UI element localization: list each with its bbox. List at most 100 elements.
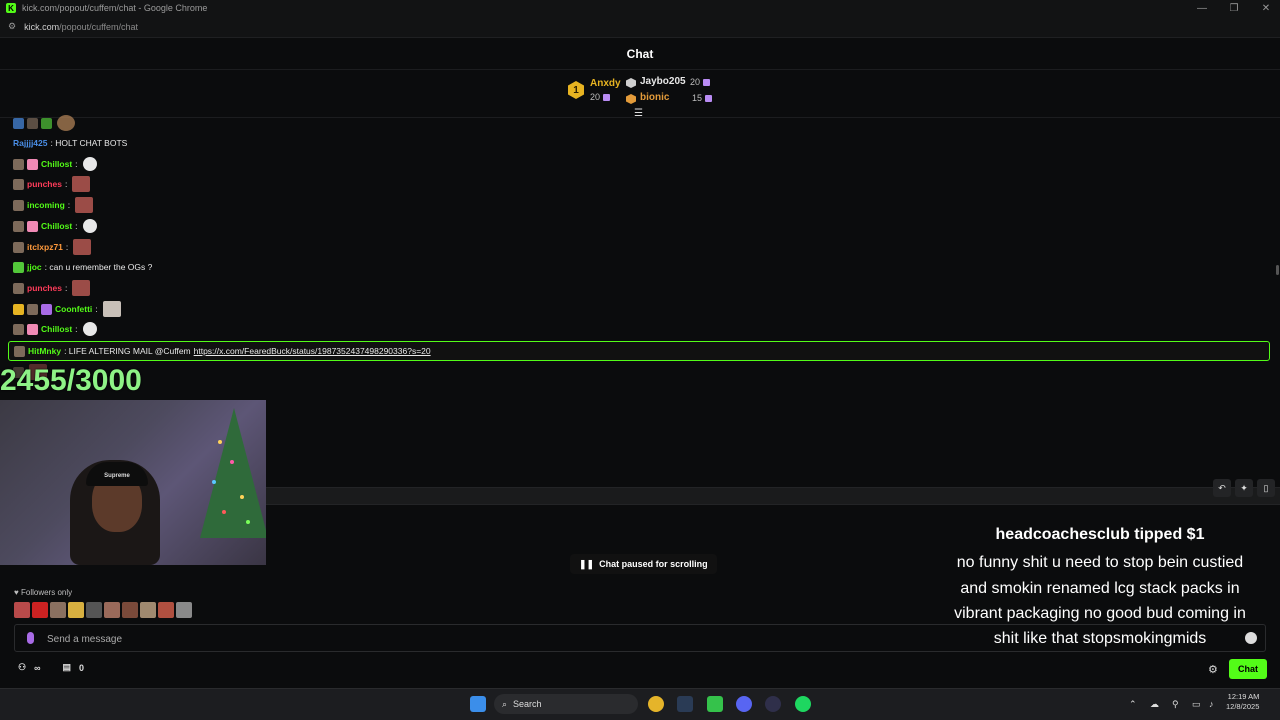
list-item: HitMnky: LIFE ALTERING MAIL @Cuffem http… bbox=[14, 342, 431, 360]
list-item: Chillost: bbox=[13, 155, 97, 173]
chat-username[interactable]: Coonfetti bbox=[55, 304, 92, 314]
emote-icon[interactable] bbox=[176, 602, 192, 618]
cloud-icon[interactable]: ☁ bbox=[1150, 699, 1159, 710]
clock[interactable]: 12:19 AM 12/8/2025 bbox=[1226, 692, 1259, 712]
chat-text: : bbox=[75, 324, 78, 334]
chat-username[interactable]: Rajjjj425 bbox=[13, 138, 48, 148]
undo-icon[interactable]: ↶ bbox=[1213, 479, 1231, 497]
leader-1-name[interactable]: Anxdy bbox=[590, 78, 621, 89]
badge-icon bbox=[13, 220, 24, 232]
kick-logo-icon: K bbox=[6, 3, 16, 13]
badge-icon bbox=[14, 345, 25, 357]
chat-username[interactable]: punches bbox=[27, 179, 62, 189]
emote-icon[interactable] bbox=[14, 602, 30, 618]
list-item: punches: bbox=[13, 175, 91, 193]
chat-text: : bbox=[75, 159, 78, 169]
gear-icon[interactable]: ⚙ bbox=[1208, 663, 1218, 676]
windows-start-icon[interactable] bbox=[470, 696, 486, 712]
points-count: 0 bbox=[79, 662, 85, 673]
microphone-icon[interactable] bbox=[27, 632, 34, 644]
taskbar-search[interactable]: ⌕ Search bbox=[494, 694, 638, 714]
trash-icon[interactable]: ▯ bbox=[1257, 479, 1275, 497]
message-input[interactable] bbox=[47, 631, 927, 647]
chat-paused-button[interactable]: ❚❚ Chat paused for scrolling bbox=[570, 554, 717, 574]
app-icon[interactable] bbox=[707, 696, 723, 712]
face-emote-icon bbox=[72, 176, 91, 192]
list-item: Chillost: bbox=[13, 320, 97, 338]
list-item: Chillost: bbox=[13, 217, 97, 235]
scrollbar[interactable] bbox=[1276, 265, 1279, 275]
gift-icon bbox=[703, 78, 711, 86]
emote-icon[interactable] bbox=[158, 602, 174, 618]
list-item: itclxpz71: bbox=[13, 238, 92, 256]
chat-username[interactable]: punches bbox=[27, 283, 62, 293]
send-chat-button[interactable]: Chat bbox=[1229, 659, 1267, 679]
chat-username[interactable]: Chillost bbox=[41, 159, 72, 169]
chat-text: : bbox=[65, 242, 69, 252]
list-item: punches: bbox=[13, 279, 91, 297]
site-settings-icon[interactable]: ⚙ bbox=[8, 21, 16, 32]
gift-icon bbox=[603, 93, 611, 101]
tip-alert-title: headcoachesclub tipped $1 bbox=[995, 526, 1205, 543]
chat-username[interactable]: incoming bbox=[27, 200, 65, 210]
display-icon[interactable]: ▭ bbox=[1192, 699, 1201, 710]
list-item: Coonfetti: bbox=[13, 300, 121, 318]
chat-username[interactable]: itclxpz71 bbox=[27, 242, 63, 252]
webcam-overlay: Supreme bbox=[0, 400, 266, 565]
gift-icon bbox=[705, 94, 713, 102]
chat-username[interactable]: jjoc bbox=[27, 262, 42, 272]
chat-username[interactable]: Chillost bbox=[41, 324, 72, 334]
rank-1-badge-icon: 1 bbox=[568, 81, 584, 99]
pin-icon[interactable]: ✦ bbox=[1235, 479, 1253, 497]
leader-2-name[interactable]: Jaybo205 bbox=[640, 76, 686, 87]
chevron-up-icon[interactable]: ⌃ bbox=[1129, 699, 1137, 710]
tip-alert-line: no funny shit u need to stop bein custie… bbox=[956, 554, 1244, 571]
discord-icon[interactable] bbox=[736, 696, 752, 712]
christmas-tree-icon bbox=[200, 408, 266, 538]
leader-3-count: 15 bbox=[692, 93, 703, 103]
maximize-button[interactable]: ❐ bbox=[1218, 0, 1250, 16]
message-link[interactable]: https://x.com/FearedBuck/status/19873524… bbox=[194, 346, 431, 356]
list-item: Rajjjj425: HOLT CHAT BOTS bbox=[13, 134, 127, 152]
list-item: incoming: bbox=[13, 196, 94, 214]
face-emote-icon bbox=[72, 280, 91, 296]
emote-icon[interactable] bbox=[86, 602, 102, 618]
chat-text: : bbox=[67, 200, 71, 210]
skull-emote-icon bbox=[82, 157, 97, 171]
followers-only-notice: ♥ Followers only bbox=[14, 588, 73, 597]
infinity-icon: ∞ bbox=[34, 662, 41, 673]
store-icon[interactable]: ▤ bbox=[63, 662, 72, 673]
taskbar bbox=[0, 688, 1280, 720]
emote-icon[interactable] bbox=[140, 602, 156, 618]
rank-3-badge-icon bbox=[626, 94, 636, 104]
emote-icon[interactable] bbox=[50, 602, 66, 618]
emote-icon[interactable] bbox=[104, 602, 120, 618]
badge-icon bbox=[13, 158, 24, 170]
emote-icon[interactable] bbox=[122, 602, 138, 618]
badge-icon bbox=[27, 303, 38, 315]
emote-icon[interactable] bbox=[32, 602, 48, 618]
minimize-button[interactable]: — bbox=[1186, 0, 1218, 16]
volume-icon[interactable]: ♪ bbox=[1209, 699, 1214, 709]
chat-username[interactable]: HitMnky bbox=[28, 346, 61, 356]
chat-username[interactable]: Chillost bbox=[41, 221, 72, 231]
obs-icon[interactable] bbox=[765, 696, 781, 712]
expand-leaderboard-icon[interactable]: ☰ bbox=[634, 109, 643, 119]
address-bar[interactable]: ⚙ kick.com/popout/cuffem/chat bbox=[0, 16, 1280, 38]
chat-text: : HOLT CHAT BOTS bbox=[50, 138, 128, 148]
chrome-icon[interactable] bbox=[648, 696, 664, 712]
users-icon[interactable]: ⚇ bbox=[18, 662, 26, 673]
leader-1-count: 20 bbox=[590, 92, 601, 102]
spotify-icon[interactable] bbox=[795, 696, 811, 712]
url-domain: kick.com bbox=[24, 21, 60, 32]
close-window-button[interactable]: ✕ bbox=[1250, 0, 1280, 16]
goal-counter: 2455/3000 bbox=[0, 364, 142, 397]
emote-icon[interactable] bbox=[68, 602, 84, 618]
recent-emotes bbox=[14, 602, 192, 618]
steam-icon[interactable] bbox=[677, 696, 693, 712]
chat-text: : LIFE ALTERING MAIL @Cuffem bbox=[64, 346, 191, 356]
footer-left: ⚇ ∞ ▤ 0 bbox=[18, 662, 84, 673]
mic-tray-icon[interactable]: ⚲ bbox=[1172, 699, 1179, 710]
badge-icon bbox=[13, 178, 24, 190]
leader-3-name[interactable]: bionic bbox=[640, 92, 669, 103]
